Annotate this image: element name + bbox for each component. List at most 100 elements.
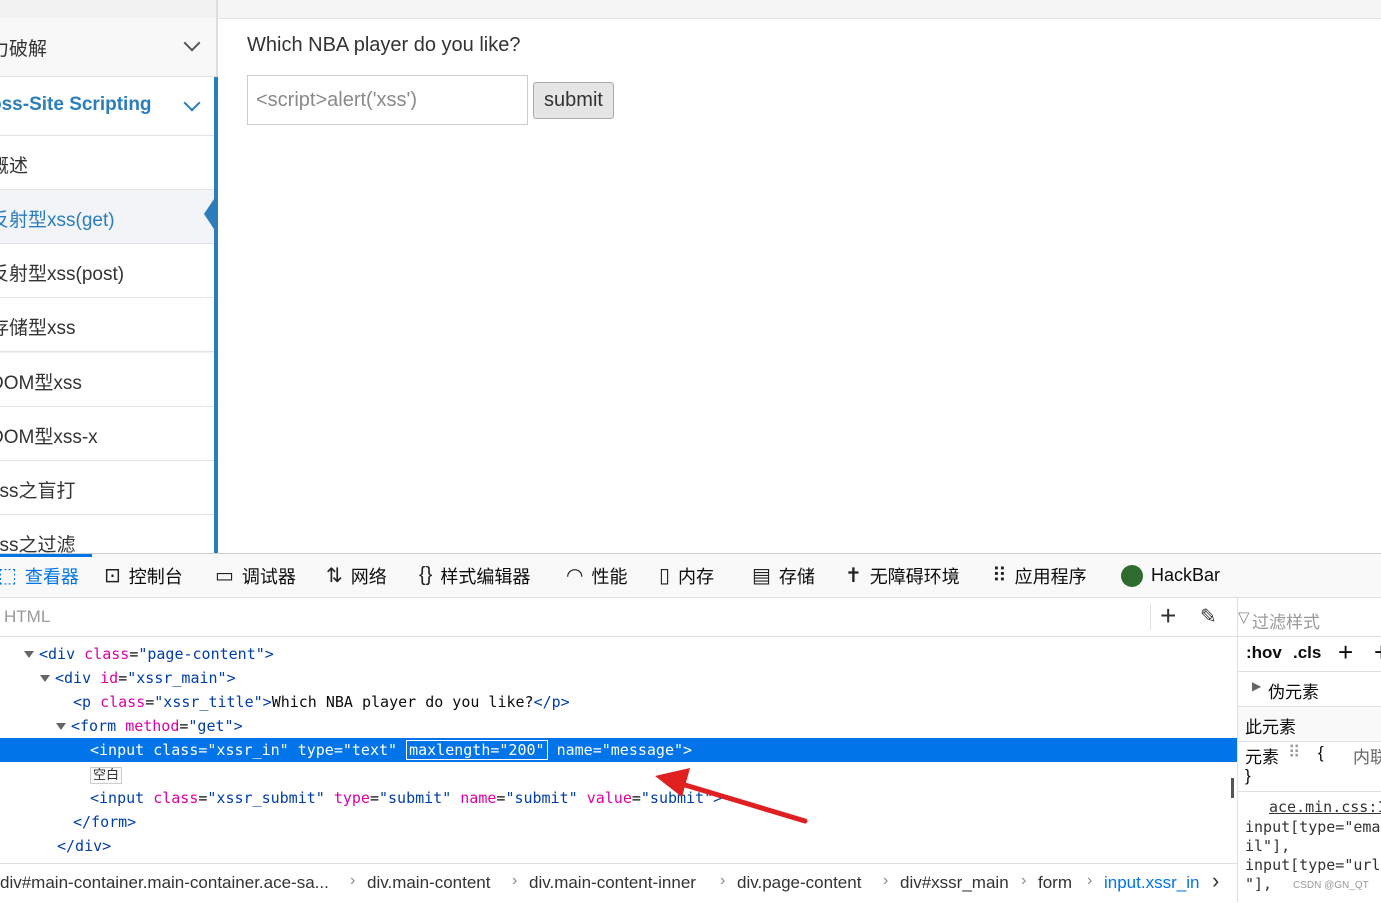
maxlength-attribute[interactable]: maxlength="200" <box>406 740 548 760</box>
accessibility-icon: ✝ <box>845 565 862 587</box>
hov-toggle[interactable]: :hov <box>1246 643 1282 663</box>
chevron-right-icon[interactable]: › <box>1212 868 1219 894</box>
sidebar-item-dom-x[interactable]: DOM型xss-x <box>0 407 216 461</box>
toolbar-divider <box>1150 604 1151 630</box>
expand-triangle-icon[interactable] <box>24 651 34 658</box>
markup-node-form[interactable]: <form method="get"> <box>0 714 1237 738</box>
sidebar-item-blind[interactable]: xss之盲打 <box>0 461 216 515</box>
markup-node-page-content[interactable]: <div class="page-content"> <box>0 642 1237 666</box>
eyedropper-icon[interactable]: ✎ <box>1200 604 1217 629</box>
cls-toggle[interactable]: .cls <box>1293 643 1321 663</box>
filter-styles-input[interactable]: 过滤样式 <box>1252 608 1320 633</box>
pseudo-elements-section[interactable]: ▶ 伪元素 <box>1238 672 1381 707</box>
grid-icon[interactable]: ⠿ <box>1288 743 1300 763</box>
chevron-right-icon: › <box>883 872 889 889</box>
sidebar-item-label: xss之过滤 <box>0 535 76 553</box>
tab-style-editor[interactable]: {} 样式编辑器 <box>419 554 530 597</box>
hackbar-icon <box>1121 564 1143 587</box>
element-label: 元素 <box>1245 748 1279 767</box>
sidebar-item-label: 概述 <box>0 156 29 177</box>
web-page: 力破解 oss-Site Scripting 概述 反射型xss(get) 反射… <box>0 0 1381 553</box>
markup-node-input-selected[interactable]: <input class="xssr_in" type="text" maxle… <box>0 738 1237 762</box>
tab-hackbar[interactable]: HackBar <box>1121 554 1220 597</box>
pseudo-elements-label: 伪元素 <box>1268 683 1319 702</box>
tab-network[interactable]: ⇅ 网络 <box>326 554 387 597</box>
breadcrumb-item[interactable]: div.page-content <box>737 873 861 893</box>
sidebar-item-brute-force[interactable]: 力破解 <box>0 18 216 77</box>
inline-label: 内联 <box>1353 748 1381 767</box>
rules-pane: ▽ 过滤样式 :hov .cls + + ▶ 伪元素 此元素 元素 ⠿ { 内联… <box>1238 598 1381 902</box>
html-search-input[interactable]: HTML <box>4 607 50 627</box>
tab-application[interactable]: ⠿ 应用程序 <box>992 554 1087 597</box>
tab-accessibility[interactable]: ✝ 无障碍环境 <box>845 554 960 597</box>
message-input[interactable] <box>247 75 528 125</box>
sidebar-item-dom[interactable]: DOM型xss <box>0 353 216 407</box>
tab-debugger[interactable]: ▭ 调试器 <box>215 554 296 597</box>
debugger-icon: ▭ <box>215 565 234 587</box>
add-rule-icon[interactable]: + <box>1338 637 1353 668</box>
tab-performance[interactable]: ◠ 性能 <box>566 554 627 597</box>
sidebar-item-label: DOM型xss-x <box>0 427 98 448</box>
sidebar-active-indicator <box>214 77 218 553</box>
stylesheet-link[interactable]: ace.min.css:1 <box>1269 798 1381 817</box>
storage-icon: ▤ <box>752 565 771 587</box>
sidebar-item-xss[interactable]: oss-Site Scripting <box>0 77 216 136</box>
markup-node-div-close[interactable]: </div> <box>0 834 1237 858</box>
style-editor-icon: {} <box>419 564 433 586</box>
sidebar-item-label: DOM型xss <box>0 373 82 394</box>
more-icon[interactable]: + <box>1374 637 1381 668</box>
breadcrumb-bar <box>218 0 1381 19</box>
tab-storage[interactable]: ▤ 存储 <box>752 554 815 597</box>
sidebar-item-overview[interactable]: 概述 <box>0 136 216 190</box>
breadcrumb-item[interactable]: div.main-content-inner <box>529 873 696 893</box>
element-rule: 元素 ⠿ { 内联 } <box>1238 742 1381 790</box>
markup-node-xssr-main[interactable]: <div id="xssr_main"> <box>0 666 1237 690</box>
breadcrumb-item-current[interactable]: input.xssr_in <box>1104 873 1199 893</box>
network-icon: ⇅ <box>326 565 343 587</box>
selector-line: "], <box>1245 875 1273 893</box>
performance-icon: ◠ <box>566 565 584 587</box>
markup-node-submit[interactable]: <input class="xssr_submit" type="submit"… <box>0 786 1237 810</box>
breadcrumb-item[interactable]: div#xssr_main <box>900 873 1009 893</box>
sidebar-item-label: 反射型xss(post) <box>0 264 125 285</box>
application-icon: ⠿ <box>992 565 1007 587</box>
expand-triangle-icon[interactable] <box>56 723 66 730</box>
markup-view: HTML + ✎ <div class="page-content"> <div… <box>0 598 1238 903</box>
sidebar-item-label: oss-Site Scripting <box>0 94 152 115</box>
expand-triangle-icon[interactable] <box>40 675 50 682</box>
add-node-icon[interactable]: + <box>1160 600 1176 632</box>
this-element-section: 此元素 <box>1238 707 1381 742</box>
inspector-icon: ⬚ <box>0 565 17 587</box>
markup-node-title[interactable]: <p class="xssr_title">Which NBA player d… <box>0 690 1237 714</box>
sidebar-item-reflected-get[interactable]: 反射型xss(get) <box>0 190 216 244</box>
breadcrumb-item[interactable]: div.main-content <box>367 873 490 893</box>
sidebar-top <box>0 0 216 18</box>
watermark: CSDN @GN_QT <box>1293 880 1369 891</box>
breadcrumb-item[interactable]: div#main-container.main-container.ace-sa… <box>0 873 329 893</box>
tab-memory[interactable]: ▯ 内存 <box>659 554 714 597</box>
memory-icon: ▯ <box>659 565 671 587</box>
markup-toolbar: HTML + ✎ <box>0 598 1237 637</box>
markup-node-form-close[interactable]: </form> <box>0 810 1237 834</box>
tab-console[interactable]: ⊡ 控制台 <box>104 554 183 597</box>
sidebar-item-label: xss之盲打 <box>0 481 76 502</box>
filter-styles-bar: ▽ 过滤样式 <box>1238 598 1381 637</box>
devtools-panel: ⬚ 查看器 ⊡ 控制台 ▭ 调试器 ⇅ 网络 {} 样式编辑器 ◠ 性能 ▯ 内存 ▤ 存储 ✝… <box>0 553 1381 903</box>
expand-triangle-icon: ▶ <box>1252 679 1262 693</box>
chevron-right-icon: › <box>720 872 726 889</box>
sidebar-item-reflected-post[interactable]: 反射型xss(post) <box>0 244 216 298</box>
tab-inspector[interactable]: ⬚ 查看器 <box>0 554 79 597</box>
sidebar-item-label: 力破解 <box>0 39 48 60</box>
this-element-label: 此元素 <box>1245 718 1296 737</box>
chevron-right-icon: › <box>1021 872 1027 889</box>
sidebar-item-filter[interactable]: xss之过滤 <box>0 515 216 553</box>
sidebar-active-caret <box>204 196 216 232</box>
submit-button[interactable]: submit <box>533 82 614 119</box>
sidebar-item-label: 反射型xss(get) <box>0 210 115 231</box>
scrollbar[interactable] <box>1231 778 1234 798</box>
chevron-right-icon: › <box>350 872 356 889</box>
chevron-right-icon: › <box>512 872 518 889</box>
sidebar-item-label: 存储型xss <box>0 318 76 339</box>
breadcrumb-item[interactable]: form <box>1038 873 1072 893</box>
sidebar-item-stored[interactable]: 存储型xss <box>0 298 216 352</box>
